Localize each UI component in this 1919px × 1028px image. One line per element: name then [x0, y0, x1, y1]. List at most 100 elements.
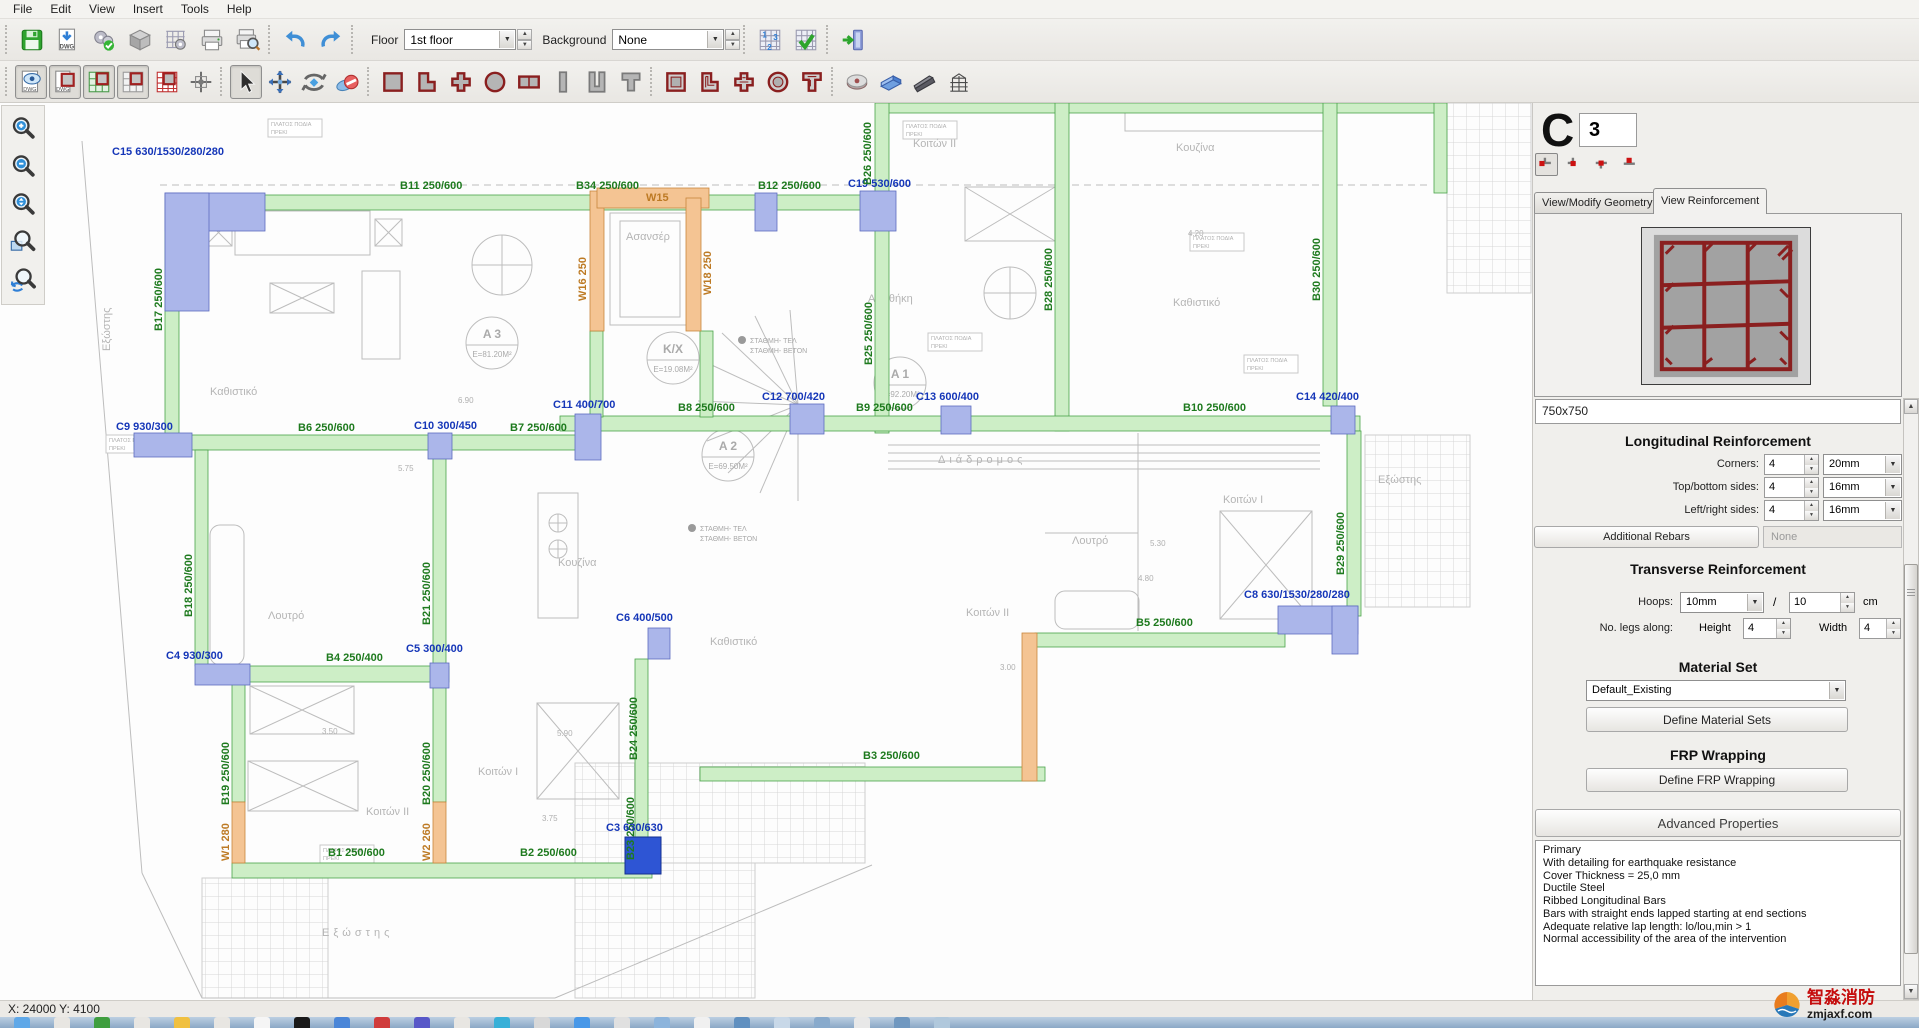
sec-plus-button[interactable]	[445, 65, 477, 99]
node-top-button[interactable]	[1619, 153, 1642, 176]
sec-U-button[interactable]	[581, 65, 613, 99]
column[interactable]	[428, 433, 452, 459]
grid-gear-button[interactable]	[159, 23, 193, 57]
beam-label[interactable]: B5 250/600	[1136, 617, 1193, 629]
save-button[interactable]	[15, 23, 49, 57]
corners-count-input[interactable]: 4▲▼	[1764, 454, 1819, 475]
wall[interactable]	[590, 191, 604, 331]
column-label[interactable]: C9 930/300	[116, 421, 173, 433]
sec-circle-button[interactable]	[479, 65, 511, 99]
top-bottom-spinner[interactable]: ▲▼	[1804, 478, 1818, 497]
hoops-spacing-input[interactable]: 10▲▼	[1789, 592, 1855, 613]
floor-spinner[interactable]: ▲▼	[517, 29, 532, 50]
zoom-extents-button[interactable]	[5, 186, 41, 222]
background-select[interactable]: None ▼	[612, 29, 724, 50]
beam-label[interactable]: B17 250/600	[153, 268, 165, 331]
beam[interactable]	[1035, 633, 1285, 647]
print-button[interactable]	[195, 23, 229, 57]
grid-check-button[interactable]	[789, 23, 823, 57]
node-corner-button[interactable]	[1535, 153, 1558, 176]
storeys-button[interactable]: 132	[753, 23, 787, 57]
beam[interactable]	[433, 450, 446, 666]
scroll-up-icon[interactable]: ▲	[1904, 399, 1918, 414]
axes-button[interactable]	[185, 65, 217, 99]
column-label[interactable]: C19 530/600	[848, 178, 911, 190]
section-size-list[interactable]: 750x750	[1535, 399, 1901, 424]
beam[interactable]	[1434, 103, 1447, 193]
corners-spinner[interactable]: ▲▼	[1804, 455, 1818, 474]
chevron-down-icon[interactable]: ▼	[1747, 594, 1762, 611]
node-edge-left-button[interactable]	[1563, 153, 1586, 176]
column[interactable]	[430, 663, 449, 688]
column-label[interactable]: C11 400/700	[553, 399, 615, 411]
taskbar-icon[interactable]	[934, 1017, 950, 1028]
taskbar-icon[interactable]	[614, 1017, 630, 1028]
sech-T-button[interactable]	[796, 65, 828, 99]
wall-label[interactable]: W1 280	[220, 823, 232, 861]
taskbar-icon[interactable]	[694, 1017, 710, 1028]
select-button[interactable]	[230, 65, 262, 99]
column-label[interactable]: C12 700/420	[762, 391, 825, 403]
column[interactable]	[165, 193, 209, 311]
column-label[interactable]: C14 420/400	[1296, 391, 1359, 403]
sec-L-button[interactable]	[411, 65, 443, 99]
column[interactable]	[860, 191, 896, 231]
taskbar-icon[interactable]	[854, 1017, 870, 1028]
scrollbar-thumb[interactable]	[1904, 564, 1918, 954]
beam[interactable]	[232, 863, 652, 878]
beam-label[interactable]: B10 250/600	[1183, 402, 1246, 414]
taskbar-icon[interactable]	[374, 1017, 390, 1028]
taskbar-icon[interactable]	[414, 1017, 430, 1028]
beam-label[interactable]: B6 250/600	[298, 422, 355, 434]
taskbar-icon[interactable]	[334, 1017, 350, 1028]
wall[interactable]	[1022, 633, 1037, 781]
beam-label[interactable]: B1 250/600	[328, 847, 385, 859]
taskbar-icon[interactable]	[214, 1017, 230, 1028]
column-number-field[interactable]: 3	[1579, 113, 1637, 147]
column-label[interactable]: C6 400/500	[616, 612, 673, 624]
beam-label[interactable]: B3 250/600	[863, 750, 920, 762]
wall-label[interactable]: W15	[646, 192, 669, 204]
floor-plan-canvas[interactable]: ΠΛΑΤΟΣ ΠΟΔΙΑΠΡΕΚΙΠΛΑΤΟΣ ΠΟΔΙΑΠΡΕΚΙΠΛΑΤΟΣ…	[46, 103, 1532, 1000]
menu-item-file[interactable]: File	[4, 0, 41, 18]
iso-disc-button[interactable]	[841, 65, 873, 99]
beam-label[interactable]: B12 250/600	[758, 180, 821, 192]
beam-label[interactable]: B30 250/600	[1311, 238, 1323, 301]
zoom-window-button[interactable]	[5, 224, 41, 260]
taskbar-icon[interactable]	[174, 1017, 190, 1028]
taskbar-icon[interactable]	[294, 1017, 310, 1028]
left-right-count-input[interactable]: 4▲▼	[1764, 500, 1819, 521]
column[interactable]	[1332, 606, 1358, 654]
legs-width-input[interactable]: 4▲▼	[1859, 618, 1901, 639]
legs-width-spinner[interactable]: ▲▼	[1886, 619, 1900, 638]
wall-label[interactable]: W16 250	[577, 257, 589, 301]
beam-label[interactable]: B20 250/600	[421, 742, 433, 805]
chevron-down-icon[interactable]: ▼	[1829, 682, 1844, 699]
column[interactable]	[134, 433, 192, 457]
beam[interactable]	[134, 435, 577, 450]
column[interactable]	[648, 628, 670, 659]
windows-taskbar[interactable]	[0, 1017, 1919, 1028]
hoops-dia-select[interactable]: 10mm▼	[1680, 592, 1764, 613]
dwg-eye-button[interactable]: DWG	[15, 65, 47, 99]
additional-rebars-button[interactable]: Additional Rebars	[1534, 526, 1759, 548]
iso-wedge-button[interactable]	[875, 65, 907, 99]
taskbar-icon[interactable]	[94, 1017, 110, 1028]
iso-frame-button[interactable]	[943, 65, 975, 99]
menu-item-view[interactable]: View	[80, 0, 124, 18]
node-edge-right-button[interactable]	[1591, 153, 1614, 176]
cube-button[interactable]	[123, 23, 157, 57]
taskbar-icon[interactable]	[454, 1017, 470, 1028]
wall[interactable]	[686, 198, 701, 331]
sech-circle-button[interactable]	[762, 65, 794, 99]
taskbar-icon[interactable]	[654, 1017, 670, 1028]
zoom-out-button[interactable]	[5, 148, 41, 184]
column-label[interactable]: C3 630/630	[606, 822, 663, 834]
beam-label[interactable]: B11 250/600	[400, 180, 462, 192]
wall[interactable]	[232, 802, 245, 863]
beam[interactable]	[1323, 103, 1337, 406]
menu-item-help[interactable]: Help	[218, 0, 261, 18]
sec-T-button[interactable]	[615, 65, 647, 99]
wall-label[interactable]: W2 260	[421, 823, 433, 861]
beam-label[interactable]: B24 250/600	[628, 697, 640, 760]
